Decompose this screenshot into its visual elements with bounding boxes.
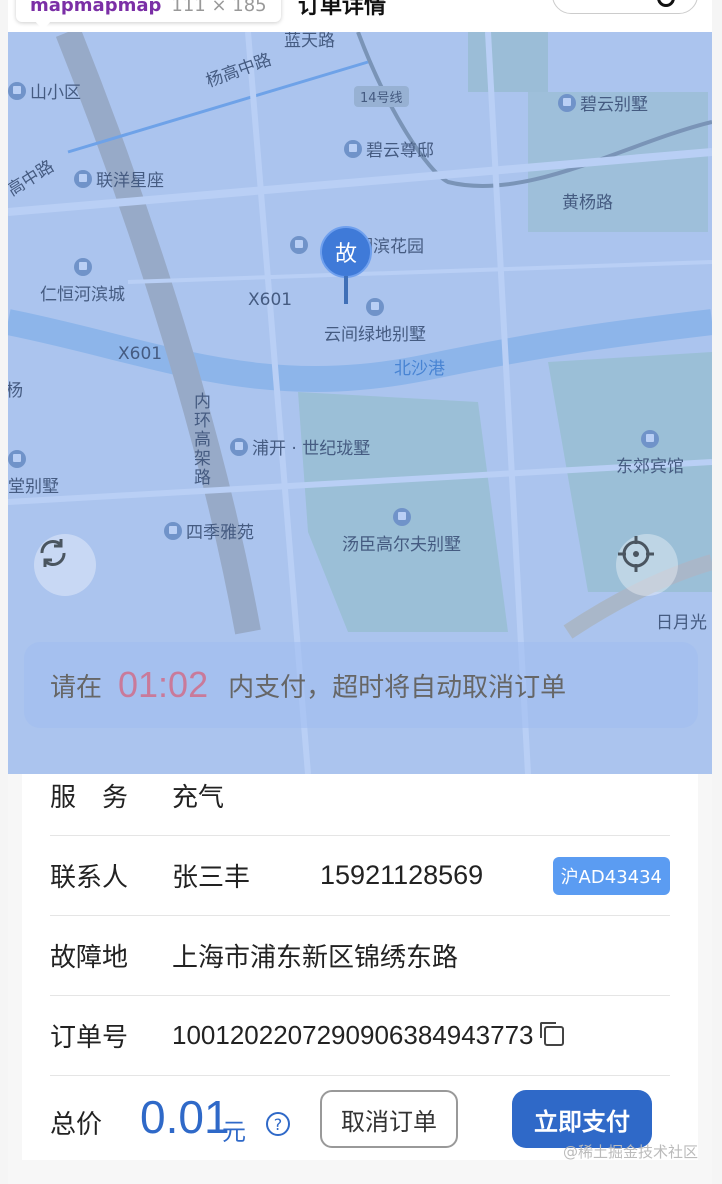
total-label: 总价	[50, 1110, 103, 1140]
countdown-prefix: 请在	[50, 672, 103, 703]
order-number-label: 订单号	[50, 1023, 129, 1053]
help-icon[interactable]: ?	[266, 1112, 290, 1136]
capsule-button[interactable]	[552, 0, 698, 14]
tooltip-size: 111 × 185	[171, 0, 267, 16]
top-bar: mapmapmap 111 × 185 订单详情	[8, 0, 712, 32]
contact-row: 联系人 张三丰 15921128569 沪AD43434	[50, 836, 670, 916]
tooltip-brand: mapmapmap	[30, 0, 162, 16]
countdown-value: 01:02	[118, 664, 209, 705]
location-label: 故障地	[50, 943, 129, 973]
order-number-row: 订单号 1001202207290906384943773	[50, 996, 670, 1076]
app-frame: mapmapmap 111 × 185 订单详情 蓝天路 山小区 杨高中路 14…	[8, 0, 712, 1184]
fault-location-marker[interactable]: 故	[320, 226, 372, 278]
size-tooltip: mapmapmap 111 × 185	[16, 0, 281, 22]
location-row: 故障地 上海市浦东新区锦绣东路	[50, 916, 670, 996]
service-row: 服 务 充气	[50, 756, 670, 836]
total-price: 0.01	[140, 1091, 230, 1143]
price-unit: 元	[222, 1118, 246, 1146]
contact-name: 张三丰	[172, 863, 251, 893]
map-view[interactable]: 蓝天路 山小区 杨高中路 14号线 碧云别墅 碧云尊邸 联洋星座 高中路 黄杨路…	[8, 32, 712, 774]
cancel-order-button[interactable]: 取消订单	[320, 1090, 458, 1148]
locate-button[interactable]	[616, 534, 678, 596]
page-title: 订单详情	[298, 0, 387, 19]
marker-pin-stem	[344, 276, 348, 304]
payment-countdown-banner: 请在 01:02 内支付，超时将自动取消订单	[24, 642, 698, 728]
refresh-icon	[40, 539, 66, 567]
service-value: 充气	[172, 783, 225, 813]
location-value: 上海市浦东新区锦绣东路	[172, 943, 459, 973]
copy-icon[interactable]	[539, 1021, 564, 1046]
license-plate-badge: 沪AD43434	[552, 856, 670, 895]
service-label: 服 务	[50, 783, 129, 813]
refresh-button[interactable]	[34, 534, 96, 596]
locate-icon	[618, 536, 654, 572]
countdown-suffix: 内支付，超时将自动取消订单	[228, 672, 567, 703]
order-number-value: 1001202207290906384943773	[172, 1020, 534, 1050]
capsule-circle-icon	[657, 0, 675, 7]
pay-now-button[interactable]: 立即支付	[512, 1090, 652, 1148]
tooltip-tail	[34, 20, 52, 30]
watermark: @稀土掘金技术社区	[562, 1143, 698, 1161]
contact-label: 联系人	[50, 863, 129, 893]
contact-phone[interactable]: 15921128569	[320, 860, 483, 891]
